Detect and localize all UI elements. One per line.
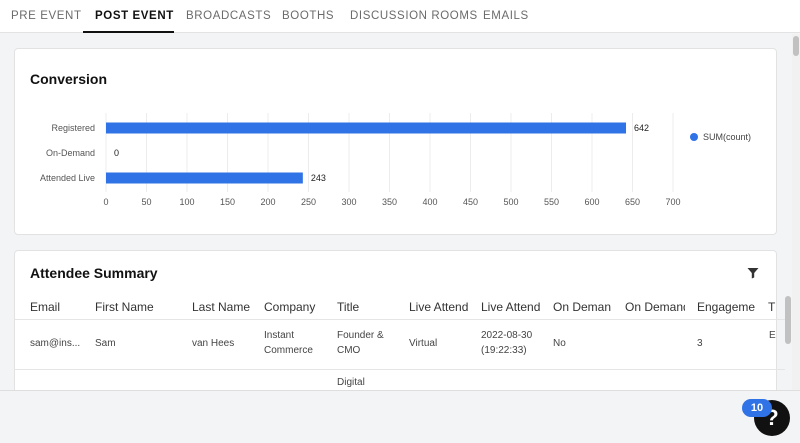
footer-bar — [0, 390, 800, 443]
x-tick-label: 50 — [141, 197, 151, 207]
data-label: 243 — [311, 173, 326, 183]
tab-pre-event[interactable]: PRE EVENT — [11, 0, 82, 33]
page-scrollbar[interactable] — [792, 34, 800, 390]
cell-engagement: 3 — [697, 338, 703, 349]
cell-title-row2: Digital — [337, 377, 365, 388]
row-divider — [15, 369, 785, 370]
x-tick-label: 0 — [103, 197, 108, 207]
x-tick-label: 300 — [341, 197, 356, 207]
column-header-email[interactable]: Email — [30, 296, 90, 319]
category-label: Attended Live — [40, 173, 95, 183]
legend-marker — [690, 133, 698, 141]
cell-live-attend-time: 2022-08-30 (19:22:33) — [481, 330, 533, 356]
column-header-on-demand[interactable]: On Demand — [553, 296, 611, 319]
tab-broadcasts[interactable]: BROADCASTS — [186, 0, 271, 33]
legend-label: SUM(count) — [703, 132, 752, 142]
data-label: 642 — [634, 123, 649, 133]
x-tick-label: 200 — [260, 197, 275, 207]
column-header-last-name[interactable]: Last Name — [192, 296, 254, 319]
cell-truncated: E — [769, 330, 776, 341]
conversion-card: Conversion 0 50 100 150 200 250 300 350 400 450 50… — [14, 48, 777, 235]
x-tick-label: 450 — [463, 197, 478, 207]
category-label: On-Demand — [46, 148, 95, 158]
column-header-live-attend-time[interactable]: Live Attend — [481, 296, 545, 319]
x-tick-label: 600 — [584, 197, 599, 207]
tab-discussion-rooms[interactable]: DISCUSSION ROOMS — [350, 0, 478, 33]
category-label: Registered — [51, 123, 95, 133]
x-tick-label: 100 — [179, 197, 194, 207]
cell-on-demand: No — [553, 338, 566, 349]
column-header-first-name[interactable]: First Name — [95, 296, 185, 319]
cell-company: Instant Commerce — [264, 330, 313, 356]
column-header-engagement[interactable]: Engagemen — [697, 296, 755, 319]
cell-email: sam@ins... — [30, 338, 81, 349]
tab-bar: PRE EVENT POST EVENT BROADCASTS BOOTHS D… — [0, 0, 800, 33]
column-header-live-attend-type[interactable]: Live Attend — [409, 296, 473, 319]
x-tick-label: 400 — [422, 197, 437, 207]
filter-icon[interactable] — [747, 266, 759, 284]
tab-post-event[interactable]: POST EVENT — [83, 0, 174, 33]
cell-last-name: van Hees — [192, 338, 235, 349]
conversion-chart: 0 50 100 150 200 250 300 350 400 450 500 550 600 650 7… — [40, 113, 681, 207]
attendee-summary-card: Attendee Summary Email First Name Last N… — [14, 250, 791, 390]
column-header-company[interactable]: Company — [264, 296, 326, 319]
column-header-title[interactable]: Title — [337, 296, 397, 319]
column-header-truncated[interactable]: T — [768, 296, 780, 319]
cell-title: Founder & CMO — [337, 330, 384, 356]
table-scrollbar[interactable] — [785, 296, 791, 344]
attendee-summary-title: Attendee Summary — [30, 265, 158, 281]
tab-emails[interactable]: EMAILS — [483, 0, 529, 33]
x-tick-label: 500 — [503, 197, 518, 207]
x-tick-label: 650 — [625, 197, 640, 207]
page-scrollbar-thumb[interactable] — [793, 36, 799, 56]
main-content: Conversion 0 50 100 150 200 250 300 350 400 450 50… — [0, 34, 792, 390]
x-tick-label: 250 — [301, 197, 316, 207]
column-header-on-demand-time[interactable]: On Demand — [625, 296, 685, 319]
x-tick-label: 700 — [665, 197, 680, 207]
x-tick-label: 350 — [382, 197, 397, 207]
cell-first-name: Sam — [95, 338, 116, 349]
bar — [106, 172, 303, 184]
x-tick-label: 150 — [220, 197, 235, 207]
bar — [106, 122, 627, 134]
data-label: 0 — [114, 148, 119, 158]
tab-booths[interactable]: BOOTHS — [282, 0, 334, 33]
attendee-table: Email First Name Last Name Company Title… — [15, 296, 785, 390]
notification-badge: 10 — [742, 399, 772, 417]
cell-live-attend-type: Virtual — [409, 338, 438, 349]
x-tick-label: 550 — [544, 197, 559, 207]
header-divider — [15, 319, 785, 320]
